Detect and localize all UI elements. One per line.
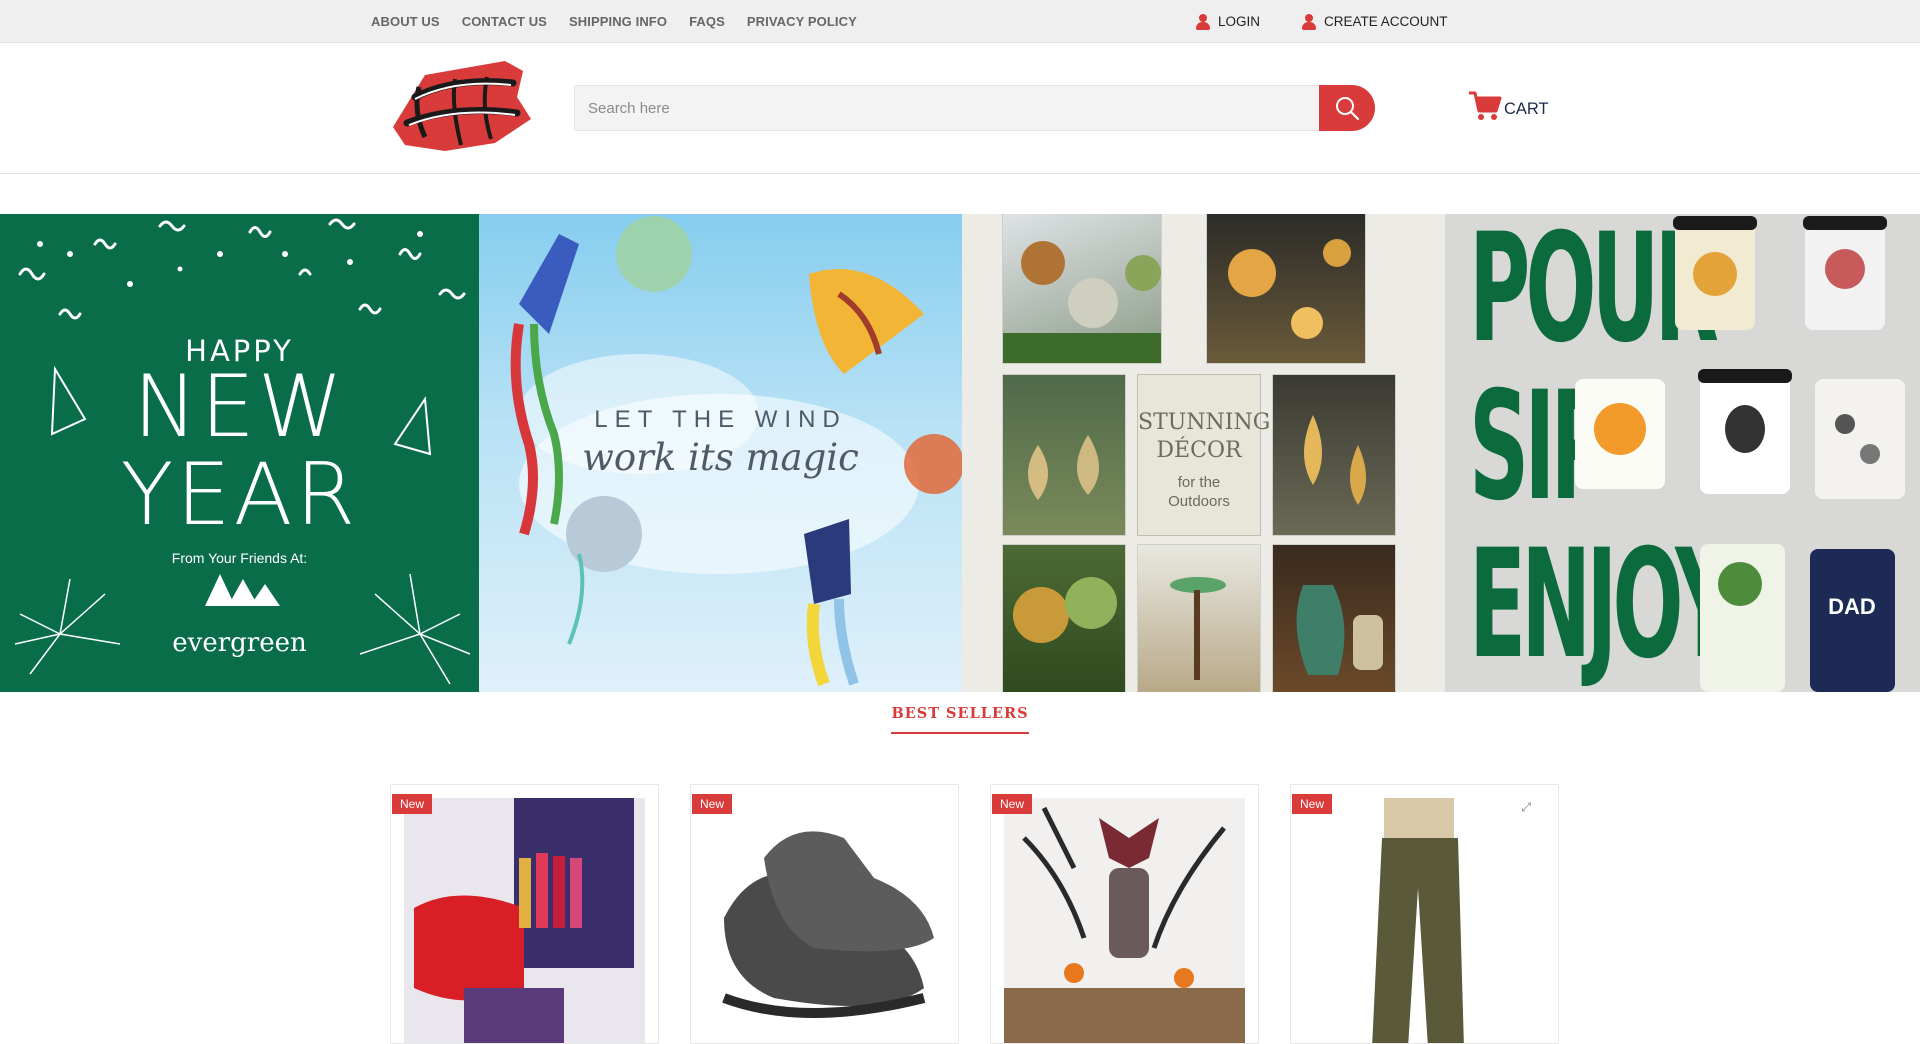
cart-button[interactable]: CART xyxy=(1468,87,1549,121)
logo-graphic xyxy=(393,61,531,151)
new-year-new: NEW xyxy=(133,357,346,457)
new-badge: New xyxy=(392,794,433,814)
search-button[interactable] xyxy=(1319,85,1375,131)
top-bar: ABOUT US CONTACT US SHIPPING INFO FAQS P… xyxy=(0,0,1920,43)
contact-us-link[interactable]: CONTACT US xyxy=(462,14,547,29)
decor-line1a: STUNNING xyxy=(1138,410,1271,435)
mugs-illustration: DAD xyxy=(1575,216,1905,692)
cart-icon xyxy=(1469,91,1502,120)
new-badge: New xyxy=(1292,794,1333,814)
banner-new-year[interactable]: HAPPY NEW YEAR From Your Friends At: eve… xyxy=(0,214,479,692)
decor-tile xyxy=(1137,544,1261,692)
shipping-info-link[interactable]: SHIPPING INFO xyxy=(569,14,667,29)
decor-tile xyxy=(1206,214,1366,364)
wind-line1: LET THE WIND xyxy=(594,406,847,433)
privacy-policy-link[interactable]: PRIVACY POLICY xyxy=(747,14,857,29)
decor-tile xyxy=(1272,544,1396,692)
decor-tile xyxy=(1002,374,1126,536)
banner-wind[interactable]: LET THE WIND work its magic xyxy=(479,214,962,692)
decor-tile xyxy=(1272,374,1396,536)
product-image[interactable] xyxy=(704,798,945,1043)
decor-line2b: Outdoors xyxy=(1168,493,1230,510)
banner-mugs[interactable]: POUR SIP ENJOY DAD xyxy=(1445,214,1920,692)
product-image[interactable] xyxy=(1304,798,1545,1043)
evergreen-logo: evergreen xyxy=(172,628,307,658)
new-badge: New xyxy=(692,794,733,814)
site-logo[interactable] xyxy=(385,57,535,155)
new-year-year: YEAR xyxy=(120,445,359,545)
cart-label: CART xyxy=(1504,100,1549,118)
product-card[interactable]: New xyxy=(390,784,659,1044)
banner-decor[interactable]: STUNNING DÉCOR for the Outdoors xyxy=(962,214,1445,692)
product-image[interactable] xyxy=(404,798,645,1043)
best-sellers-title: BEST SELLERS xyxy=(891,705,1029,734)
product-image[interactable] xyxy=(1004,798,1245,1043)
product-card[interactable]: New xyxy=(990,784,1259,1044)
decor-tile xyxy=(1002,544,1126,692)
decor-tile xyxy=(1002,214,1162,364)
search-bar xyxy=(574,85,1375,131)
top-nav: ABOUT US CONTACT US SHIPPING INFO FAQS P… xyxy=(371,0,857,43)
best-sellers-heading: BEST SELLERS xyxy=(0,705,1920,734)
account-links: LOGIN CREATE ACCOUNT xyxy=(1196,0,1448,43)
faqs-link[interactable]: FAQS xyxy=(689,14,725,29)
expand-icon[interactable]: ⤢ xyxy=(1521,800,1531,815)
user-icon xyxy=(1302,13,1317,30)
login-label: LOGIN xyxy=(1218,14,1261,29)
new-year-from: From Your Friends At: xyxy=(171,550,308,566)
product-card[interactable]: New xyxy=(690,784,959,1044)
site-header: CART xyxy=(0,43,1920,174)
svg-text:DAD: DAD xyxy=(1828,594,1876,619)
product-grid: New New New New ⤢ xyxy=(390,784,1559,1044)
login-link[interactable]: LOGIN xyxy=(1196,13,1261,30)
hero-banner[interactable]: HAPPY NEW YEAR From Your Friends At: eve… xyxy=(0,214,1920,692)
about-us-link[interactable]: ABOUT US xyxy=(371,14,440,29)
decor-text-box: STUNNING DÉCOR for the Outdoors xyxy=(1137,374,1270,536)
user-icon xyxy=(1196,13,1210,30)
decor-line1b: DÉCOR xyxy=(1156,438,1242,463)
product-card[interactable]: New ⤢ xyxy=(1290,784,1559,1044)
decor-line2a: for the xyxy=(1177,474,1221,491)
wind-line2: work its magic xyxy=(582,436,859,479)
create-account-link[interactable]: CREATE ACCOUNT xyxy=(1302,13,1448,30)
new-badge: New xyxy=(992,794,1033,814)
create-account-label: CREATE ACCOUNT xyxy=(1324,14,1448,29)
search-input[interactable] xyxy=(574,85,1320,131)
search-icon xyxy=(1336,97,1360,121)
